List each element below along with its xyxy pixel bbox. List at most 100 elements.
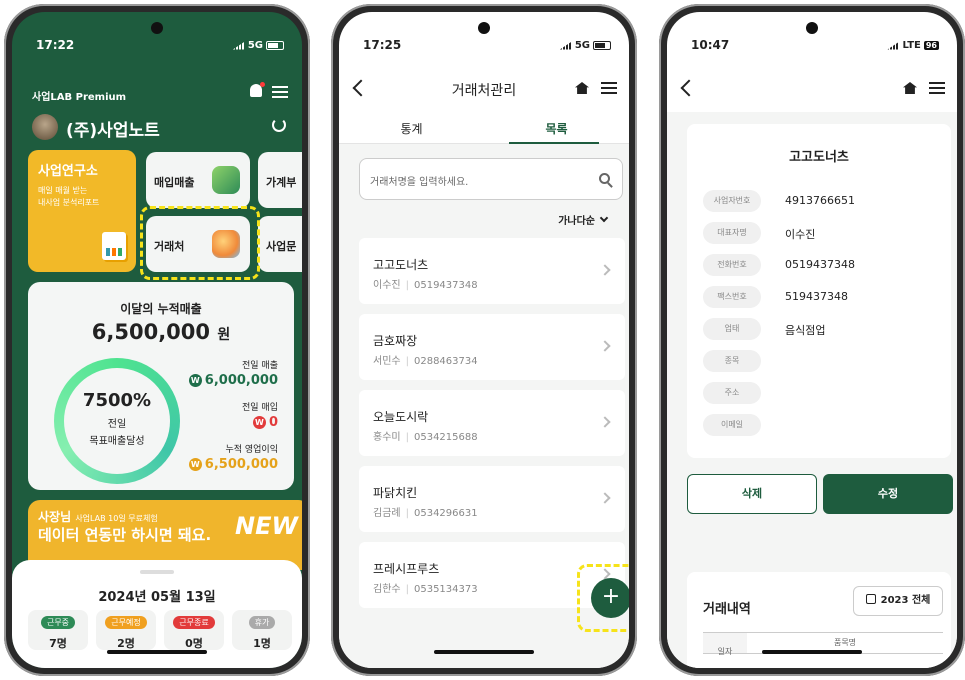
tile-label: 가계부 xyxy=(266,176,297,189)
status-working[interactable]: 근무중 7명 xyxy=(28,610,88,650)
refresh-icon[interactable] xyxy=(272,118,286,132)
field-representative: 대표자명 이수진 xyxy=(703,222,943,244)
tile-household[interactable]: 가계부 xyxy=(258,152,302,208)
tab-bar: 통계 목록 xyxy=(339,112,629,144)
list-item[interactable]: 파닭치킨 김금례 | 0534296631 xyxy=(359,466,625,532)
list-item[interactable]: 고고도너츠 이수진 | 0519437348 xyxy=(359,238,625,304)
status-bar: 17:25 5G xyxy=(339,12,629,72)
sheet-handle[interactable] xyxy=(140,570,174,574)
battery-level: 96 xyxy=(923,41,939,50)
status-scheduled[interactable]: 근무예정 2명 xyxy=(96,610,156,650)
chevron-down-icon xyxy=(599,213,609,223)
battery-icon xyxy=(593,41,611,50)
signal-icon: LTE 96 xyxy=(887,40,939,51)
report-icon xyxy=(102,232,126,260)
menu-icon[interactable] xyxy=(929,82,945,94)
field-business-type: 업태 음식점업 xyxy=(703,318,943,340)
network-label: LTE xyxy=(902,40,921,51)
avatar[interactable] xyxy=(32,114,58,140)
won-coin-icon: W xyxy=(188,374,202,387)
company-name: (주)사업노트 xyxy=(66,121,160,141)
tile-label: 매입매출 xyxy=(154,176,195,189)
status-time: 17:25 xyxy=(363,38,402,52)
signal-icon: 5G xyxy=(232,40,284,51)
goal-label-1: 전일 xyxy=(107,419,127,430)
network-label: 5G xyxy=(247,40,263,51)
phone-dashboard: 17:22 5G 사업LAB Premium (주)사업노트 사업연구소 매일 … xyxy=(4,4,310,676)
money-chart-icon xyxy=(212,166,240,194)
research-title: 사업연구소 xyxy=(38,164,98,179)
list-item[interactable]: 금호짜장 서민수 | 0288463734 xyxy=(359,314,625,380)
delete-button[interactable]: 삭제 xyxy=(687,474,817,514)
history-title: 거래내역 xyxy=(703,602,751,617)
prev-purchase-stat: 전일 매입 W0 xyxy=(242,403,278,430)
monthly-sales-card: 이달의 누적매출 6,500,000 원 7500% 전일 목표매출달성 전일 … xyxy=(28,282,294,490)
search-placeholder: 거래처명을 입력하세요. xyxy=(370,177,469,188)
tab-stats[interactable]: 통계 xyxy=(339,120,484,137)
new-badge: NEW xyxy=(235,512,298,540)
brand-label: 사업LAB Premium xyxy=(32,92,127,103)
home-icon[interactable] xyxy=(903,82,917,94)
research-sub: 매일 매월 받는 내사업 분석리포트 xyxy=(38,186,100,207)
status-time: 10:47 xyxy=(691,38,730,52)
won-coin-icon: W xyxy=(188,458,202,471)
tile-label: 사업문 xyxy=(266,240,297,253)
goal-progress-ring: 7500% 전일 목표매출달성 xyxy=(54,358,180,484)
field-fax: 팩스번호 519437348 xyxy=(703,286,943,308)
chevron-right-icon xyxy=(599,416,611,428)
menu-icon[interactable] xyxy=(601,82,617,94)
home-indicator xyxy=(107,650,207,654)
tab-list[interactable]: 목록 xyxy=(484,120,629,137)
front-camera xyxy=(151,22,163,34)
partner-detail-screen: 10:47 LTE 96 고고도너츠 사업자번호 4913766651 대표자명 이수… xyxy=(667,12,957,668)
status-bar: 10:47 LTE 96 xyxy=(667,12,957,72)
goal-label-2: 목표매출달성 xyxy=(89,436,145,447)
status-time: 17:22 xyxy=(36,38,75,52)
front-camera xyxy=(806,22,818,34)
sort-dropdown[interactable]: 가나다순 xyxy=(558,212,609,227)
year-filter-button[interactable]: 2023 전체 xyxy=(853,586,943,616)
back-icon[interactable] xyxy=(680,79,698,97)
front-camera xyxy=(478,22,490,34)
sales-title: 이달의 누적매출 xyxy=(120,302,202,316)
field-category: 종목 xyxy=(703,350,943,372)
header: 거래처관리 xyxy=(339,72,629,112)
tile-business[interactable]: 사업문 xyxy=(258,216,302,272)
field-business-number: 사업자번호 4913766651 xyxy=(703,190,943,212)
won-coin-icon: W xyxy=(252,416,266,429)
list-item[interactable]: 오늘도시락 홍수미 | 0534215688 xyxy=(359,390,625,456)
col-item: 품목명 xyxy=(833,638,857,647)
notification-bell-icon[interactable] xyxy=(250,82,265,97)
header xyxy=(667,72,957,112)
menu-icon[interactable] xyxy=(272,86,288,98)
home-indicator xyxy=(762,650,862,654)
sales-amount: 6,500,000 원 xyxy=(91,320,231,344)
field-email: 이메일 xyxy=(703,414,943,436)
signal-icon: 5G xyxy=(559,40,611,51)
chevron-right-icon xyxy=(599,264,611,276)
phone-partner-list: 17:25 5G 거래처관리 통계 목록 거래처명을 입력하세요. 가나다순 고… xyxy=(331,4,637,676)
status-vacation[interactable]: 휴가 1명 xyxy=(232,610,292,650)
status-finished[interactable]: 근무종료 0명 xyxy=(164,610,224,650)
field-phone: 전화번호 0519437348 xyxy=(703,254,943,276)
phone-partner-detail: 10:47 LTE 96 고고도너츠 사업자번호 4913766651 대표자명 이수… xyxy=(659,4,965,676)
highlight-partners xyxy=(140,206,260,280)
field-address: 주소 xyxy=(703,382,943,404)
edit-button[interactable]: 수정 xyxy=(823,474,953,514)
research-lab-card[interactable]: 사업연구소 매일 매월 받는 내사업 분석리포트 xyxy=(28,150,136,272)
chevron-right-icon xyxy=(599,340,611,352)
attendance-date: 2024년 05월 13일 xyxy=(98,590,216,605)
col-date: 일자 xyxy=(703,633,747,656)
partner-name: 고고도너츠 xyxy=(789,150,849,165)
network-label: 5G xyxy=(574,40,590,51)
search-icon[interactable] xyxy=(599,173,610,184)
banner-line-1: 사장님 사업LAB 10일 무료체험 xyxy=(38,510,158,524)
dashboard-screen: 17:22 5G 사업LAB Premium (주)사업노트 사업연구소 매일 … xyxy=(12,12,302,668)
search-input[interactable]: 거래처명을 입력하세요. xyxy=(359,158,623,200)
prev-sales-stat: 전일 매출 W 6,000,000 xyxy=(188,358,278,388)
battery-icon xyxy=(266,41,284,50)
chevron-right-icon xyxy=(599,492,611,504)
calendar-icon xyxy=(865,594,876,604)
tile-sales-purchase[interactable]: 매입매출 xyxy=(146,152,250,208)
banner-line-2: 데이터 연동만 하시면 돼요. xyxy=(38,526,212,544)
